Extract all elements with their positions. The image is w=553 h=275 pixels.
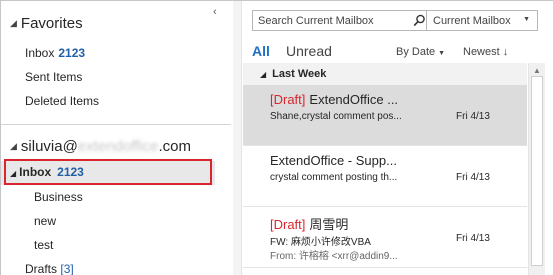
account-header[interactable]: ◢ siluvia@extendoffice.com [10,138,191,155]
sort-by-label: By Date [396,46,436,58]
deleted-items-label: Deleted Items [25,94,100,108]
account-domain-blurred: extendoffice [77,138,159,155]
highlight-box [4,159,212,185]
favorites-header[interactable]: ◢ Favorites [10,15,83,32]
message-sender: ExtendOffice - Supp... [270,153,397,168]
tab-all[interactable]: All [252,43,270,59]
search-placeholder: Search Current Mailbox [258,15,374,27]
draft-tag: [Draft] [270,217,306,232]
draft-tag: [Draft] [270,92,306,107]
message-date: Fri 4/13 [456,172,490,183]
message-subject: Shane,crystal comment pos... [270,111,402,122]
scroll-thumb[interactable] [531,76,543,266]
folder-pane: ‹ ◢ Favorites Inbox 2123 Sent Items Delete… [1,1,233,275]
arrow-down-icon: ↓ [502,46,509,58]
search-scope-value: Current Mailbox [433,15,511,27]
group-header[interactable]: ◢ Last Week [243,63,527,85]
favorites-item-inbox[interactable]: Inbox 2123 [25,46,85,60]
group-header-label: Last Week [272,68,327,80]
tab-unread[interactable]: Unread [286,43,332,59]
message-item[interactable]: ExtendOffice - Supp... crystal comment p… [243,146,527,207]
sort-by-dropdown[interactable]: By Date ▼ [396,46,445,58]
account-suffix: .com [158,138,191,155]
message-item[interactable]: [Draft] 周雪明 FW: 麻烦小许修改VBA From: 许榕榕 <xrr@… [243,207,527,268]
drafts-label: Drafts [25,262,58,275]
message-sender: 周雪明 [309,217,349,232]
pane-separator [233,1,241,275]
message-sender-line: [Draft] 周雪明 [270,214,348,233]
folder-item-new[interactable]: new [34,214,56,228]
chevron-left-icon[interactable]: ‹ [213,6,217,18]
collapse-triangle-icon: ◢ [10,141,17,151]
unread-count: 2123 [58,46,86,60]
message-subject: crystal comment posting th... [270,172,398,183]
divider [1,124,231,125]
chevron-down-icon: ▼ [523,16,530,23]
search-icon[interactable] [413,14,426,27]
favorites-label: Favorites [20,15,83,32]
message-sender: ExtendOffice ... [309,92,399,107]
sent-items-label: Sent Items [25,70,83,84]
message-from: From: 许榕榕 <xrr@addin9... [270,251,398,262]
message-list: ◢ Last Week [Draft] ExtendOffice ... Shane… [243,63,527,275]
message-subject: FW: 麻烦小许修改VBA [270,237,371,248]
collapse-triangle-icon: ◢ [260,70,267,79]
favorites-item-deleted[interactable]: Deleted Items [25,94,99,108]
message-list-pane: Search Current Mailbox Current Mailbox ▼… [241,1,553,275]
drafts-count: [3] [60,262,74,275]
sort-order-label: Newest [463,46,500,58]
message-sender-line: ExtendOffice - Supp... [270,153,397,168]
message-list-scrollbar[interactable]: ▲ [528,63,545,275]
account-prefix: siluvia@ [20,138,78,155]
folder-item-business[interactable]: Business [34,190,83,204]
collapse-triangle-icon: ◢ [10,18,17,28]
outlook-window: ‹ ◢ Favorites Inbox 2123 Sent Items Delete… [0,0,553,275]
chevron-down-icon: ▼ [438,50,446,57]
message-date: Fri 4/13 [456,233,490,244]
folder-item-drafts[interactable]: Drafts [3] [25,262,74,275]
search-input[interactable]: Search Current Mailbox [252,10,427,31]
sort-order-toggle[interactable]: Newest ↓ [463,46,508,58]
folder-item-test[interactable]: test [34,238,53,252]
favorites-item-sent[interactable]: Sent Items [25,70,82,84]
scroll-up-icon[interactable]: ▲ [533,66,541,75]
search-scope-dropdown[interactable]: Current Mailbox ▼ [427,10,538,31]
message-date: Fri 4/13 [456,111,490,122]
favorites-inbox-label: Inbox [25,46,55,60]
message-item[interactable]: [Draft] ExtendOffice ... Shane,crystal co… [243,85,527,146]
message-sender-line: [Draft] ExtendOffice ... [270,92,398,107]
